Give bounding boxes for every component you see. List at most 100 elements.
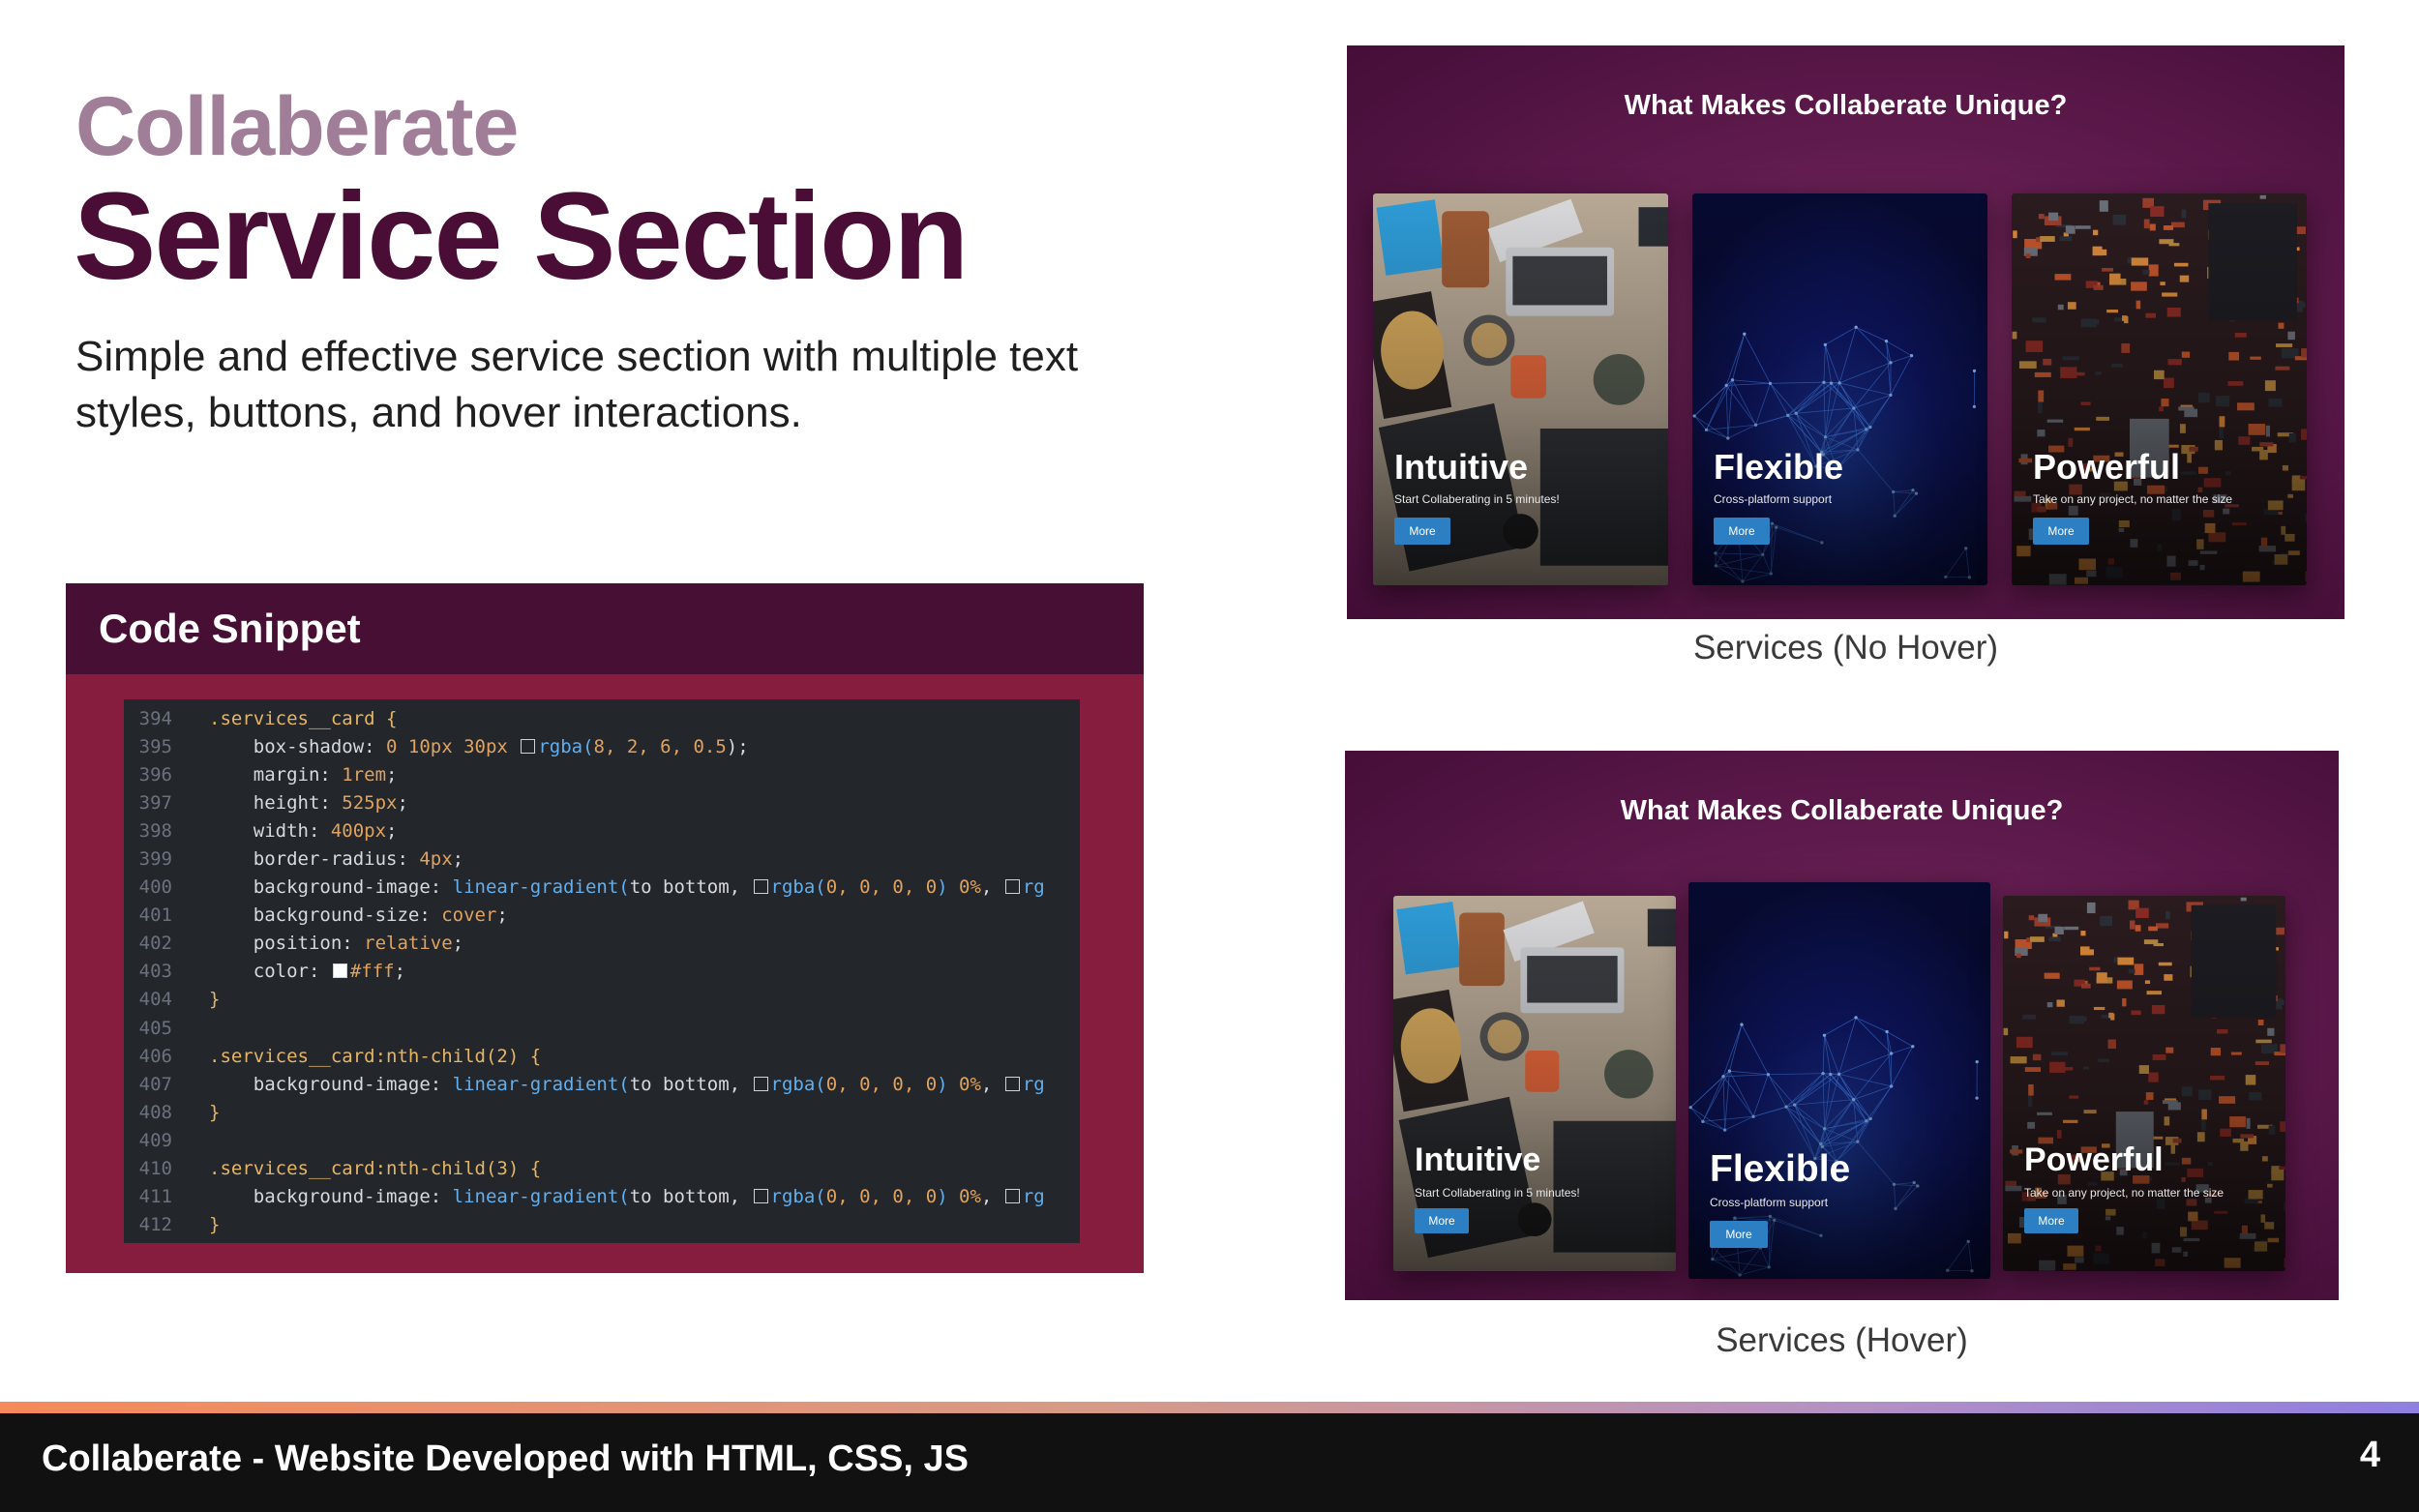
line-number: 396 [138,763,172,786]
services-preview-hover: What Makes Collaberate Unique? Intuitive… [1345,751,2339,1300]
code-line: 397 height: 525px; [124,788,1080,816]
code-line: 403 color: #fff; [124,958,1080,986]
card-title: Powerful [2024,1141,2164,1178]
more-button[interactable]: More [1415,1208,1469,1233]
code-line: 395 box-shadow: 0 10px 30px rgba(8, 2, 6… [124,732,1080,760]
service-card-powerful[interactable]: Powerful Take on any project, no matter t… [2012,193,2307,585]
code-text: .services__card:nth-child(2) { [172,1046,541,1067]
code-token: linear-gradient( [452,1073,630,1095]
eyebrow-title: Collaberate [75,80,519,173]
card-subtitle: Take on any project, no matter the size [2024,1186,2225,1200]
code-token: } [209,1101,221,1123]
card-title: Intuitive [1394,447,1529,487]
line-number: 397 [138,791,172,814]
code-token: background-size: [209,904,442,927]
code-token: 0, 0, 0, 0 [825,1073,938,1095]
code-token: } [209,989,221,1011]
color-swatch-icon [753,1076,768,1091]
more-button[interactable]: More [2024,1208,2078,1233]
line-number: 401 [138,904,172,927]
line-number: 411 [138,1186,172,1208]
code-token: rgba( [538,735,594,757]
code-token: rg [1022,1073,1045,1095]
card-title: Flexible [1714,447,1844,487]
line-number: 398 [138,819,172,842]
page-number: 4 [2359,1435,2380,1475]
more-button[interactable]: More [1394,518,1450,545]
code-token: background-image: [209,1073,453,1095]
code-token: 525px [342,791,398,814]
code-text: box-shadow: 0 10px 30px rgba(8, 2, 6, 0.… [172,736,749,757]
more-button[interactable]: More [1714,518,1770,545]
card-subtitle: Take on any project, no matter the size [2033,492,2233,506]
card-subtitle: Start Collaberating in 5 minutes! [1415,1186,1580,1200]
code-token: background-image: [209,1186,453,1208]
service-card-intuitive[interactable]: Intuitive Start Collaberating in 5 minute… [1373,193,1668,585]
code-snippet-header: Code Snippet [66,583,1144,674]
service-card-intuitive[interactable]: Intuitive Start Collaberating in 5 minute… [1393,896,1676,1271]
code-token: 0% [959,1186,981,1208]
more-button[interactable]: More [2033,518,2089,545]
code-token: relative [364,933,453,955]
code-token: ) [937,876,960,899]
line-number: 402 [138,933,172,955]
code-token: margin: [209,763,343,786]
code-token: ); [726,735,749,757]
line-number: 409 [138,1129,172,1151]
code-token: cover [441,904,497,927]
code-line: 394 .services__card { [124,704,1080,732]
service-card-flexible[interactable]: Flexible Cross-platform support More [1692,193,1987,585]
code-token: width: [209,819,331,842]
service-card-powerful[interactable]: Powerful Take on any project, no matter t… [2003,896,2285,1271]
code-line: 410 .services__card:nth-child(3) { [124,1155,1080,1183]
code-token: linear-gradient( [452,1186,630,1208]
code-token: to bottom, [629,876,752,899]
code-line: 411 background-image: linear-gradient(to… [124,1183,1080,1211]
color-swatch-icon [753,879,768,895]
card-overlay [1688,882,1990,1279]
code-token: rgba( [770,876,826,899]
code-token: border-radius: [209,848,420,871]
code-text: } [172,1214,220,1235]
code-text: margin: 1rem; [172,764,398,786]
code-token: 0% [959,876,981,899]
preview-heading: What Makes Collaberate Unique? [1624,90,2068,121]
code-token: ; [386,763,398,786]
card-title: Flexible [1710,1148,1851,1190]
code-token: ; [496,904,508,927]
code-token: height: [209,791,343,814]
code-text: height: 525px; [172,792,408,814]
service-card-flexible[interactable]: Flexible Cross-platform support More [1688,882,1990,1279]
line-number: 407 [138,1073,172,1095]
line-number: 410 [138,1158,172,1180]
line-number: 394 [138,707,172,729]
services-preview-nohover: What Makes Collaberate Unique? Intuitive… [1347,45,2344,619]
code-text: background-size: cover; [172,904,508,926]
code-text: position: relative; [172,933,463,954]
code-line: 396 margin: 1rem; [124,760,1080,788]
code-token: ; [386,819,398,842]
card-subtitle: Cross-platform support [1710,1196,1829,1209]
code-token: ; [394,961,406,983]
color-swatch-icon [1004,1076,1020,1091]
color-swatch-icon [1004,879,1020,895]
code-token: 0, 0, 0, 0 [825,1186,938,1208]
code-token: 1rem [342,763,387,786]
code-token: to bottom, [629,1073,752,1095]
code-line: 400 background-image: linear-gradient(to… [124,874,1080,902]
footer-text: Collaberate - Website Developed with HTM… [42,1438,969,1479]
code-text: border-radius: 4px; [172,848,463,870]
code-token: 0% [959,1073,981,1095]
code-snippet-title: Code Snippet [99,606,361,651]
code-line: 398 width: 400px; [124,816,1080,845]
code-token: 0, 0, 0, 0 [825,876,938,899]
code-text: .services__card { [172,708,397,729]
preview-heading: What Makes Collaberate Unique? [1620,795,2064,826]
more-button[interactable]: More [1710,1221,1768,1248]
code-line: 401 background-size: cover; [124,902,1080,930]
code-token: .services__card { [209,707,398,729]
code-snippet-panel: Code Snippet 394 .services__card { 395 box… [66,583,1144,1273]
code-text: background-image: linear-gradient(to bot… [172,876,1045,898]
code-line: 412} [124,1211,1080,1239]
code-token: linear-gradient( [452,876,630,899]
